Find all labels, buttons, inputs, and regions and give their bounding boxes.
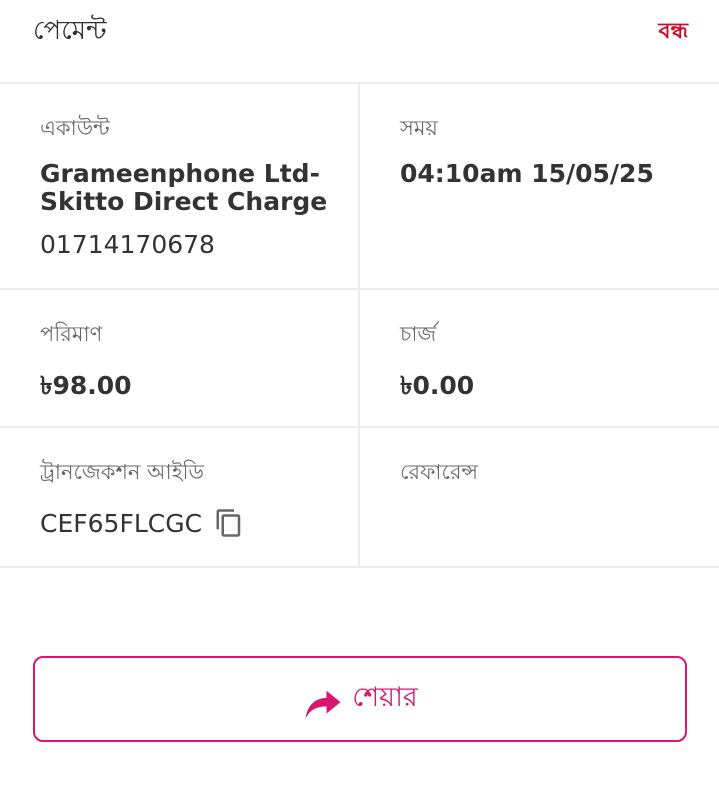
details-row-account-time: একাউন্ট Grameenphone Ltd- Skitto Direct … — [0, 84, 719, 290]
page-title: পেমেন্ট — [33, 16, 107, 46]
account-number: 01714170678 — [40, 230, 215, 259]
details-row-transaction-reference: ট্রানজেকশন আইডি CEF65FLCGC রেফারেন্স — [0, 428, 719, 568]
amount-value: ৳98.00 — [40, 371, 132, 400]
time-cell: সময় 04:10am 15/05/25 — [360, 84, 719, 288]
transaction-id-value: CEF65FLCGC — [40, 508, 203, 538]
transaction-id-row: CEF65FLCGC — [40, 508, 244, 538]
close-button[interactable]: বন্ধ — [658, 14, 688, 51]
share-button[interactable]: শেয়ার — [33, 656, 687, 742]
account-name: Grameenphone Ltd- Skitto Direct Charge — [40, 160, 327, 216]
account-cell: একাউন্ট Grameenphone Ltd- Skitto Direct … — [0, 84, 360, 288]
header: পেমেন্ট বন্ধ — [0, 0, 719, 84]
copy-icon[interactable] — [214, 508, 244, 538]
amount-cell: পরিমাণ ৳98.00 — [0, 290, 360, 426]
time-label: সময় — [400, 116, 438, 140]
reference-cell: রেফারেন্স — [360, 428, 719, 566]
account-name-line1: Grameenphone Ltd- — [40, 159, 320, 188]
account-label: একাউন্ট — [40, 116, 110, 140]
transaction-id-label: ট্রানজেকশন আইডি — [40, 460, 204, 484]
share-icon — [302, 682, 344, 724]
charge-value: ৳0.00 — [400, 371, 475, 400]
reference-label: রেফারেন্স — [400, 460, 479, 484]
share-label: শেয়ার — [352, 681, 418, 713]
details-row-amount-charge: পরিমাণ ৳98.00 চার্জ ৳0.00 — [0, 290, 719, 428]
time-value: 04:10am 15/05/25 — [400, 159, 654, 188]
charge-cell: চার্জ ৳0.00 — [360, 290, 719, 426]
amount-label: পরিমাণ — [40, 322, 103, 346]
details-grid: একাউন্ট Grameenphone Ltd- Skitto Direct … — [0, 84, 719, 568]
transaction-cell: ট্রানজেকশন আইডি CEF65FLCGC — [0, 428, 360, 566]
account-name-line2: Skitto Direct Charge — [40, 187, 328, 216]
charge-label: চার্জ — [400, 322, 437, 346]
